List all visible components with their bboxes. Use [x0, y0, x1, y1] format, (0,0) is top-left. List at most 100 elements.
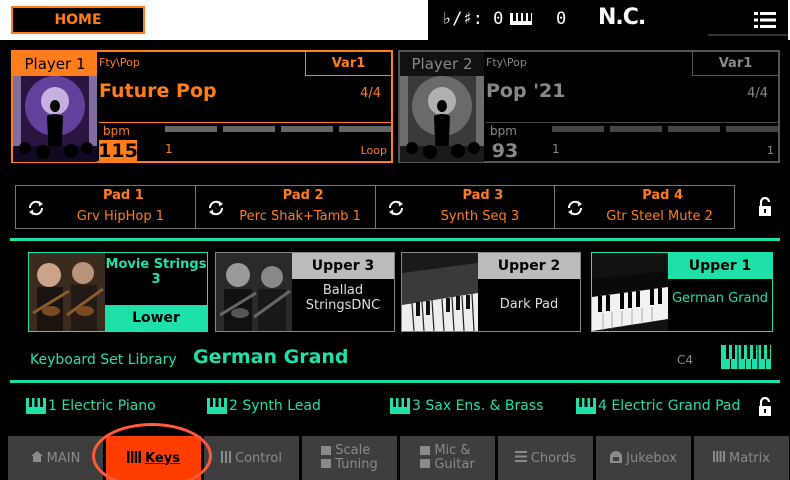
tab-scale-label: Scale [335, 443, 371, 458]
tab-jukebox[interactable]: Jukebox [596, 436, 691, 480]
part-lower[interactable]: Movie Strings 3 Lower [28, 252, 208, 332]
player-2-tempo[interactable]: bpm 93 [486, 124, 550, 162]
upper-3-sound-name: Ballad StringsDNC [305, 283, 381, 313]
keyboard-set-lock-icon[interactable] [757, 397, 773, 417]
keyboard-icon [26, 398, 46, 414]
part-upper-1[interactable]: Upper 1 German Grand [591, 252, 773, 332]
keyboard-set-name[interactable]: German Grand [193, 346, 349, 368]
pad-2-sound: Perc Shak+Tamb 1 [239, 209, 361, 224]
pad-4[interactable]: Pad 4 Gtr Steel Mute 2 [555, 186, 734, 228]
tab-control-label: Control [235, 450, 282, 466]
scale-icon [321, 445, 332, 472]
slot-4-number: 4 [598, 398, 607, 414]
player-1-tempo[interactable]: bpm 115 [98, 124, 163, 162]
keyboard-set-slot-2[interactable]: 2 Synth Lead [207, 398, 321, 414]
tab-chords-label: Chords [530, 450, 577, 466]
sliders-icon [221, 450, 231, 466]
pads-lock-icon[interactable] [757, 197, 773, 217]
tab-main[interactable]: MAIN [8, 436, 103, 480]
top-status-bar: HOME ♭/♯: 0 0 N.C. [0, 0, 790, 40]
player-1-separator [99, 122, 391, 123]
pad-4-sound: Gtr Steel Mute 2 [606, 209, 713, 224]
chords-icon [514, 451, 527, 465]
keyboard-set-library-label: Keyboard Set Library [30, 352, 177, 368]
tab-control[interactable]: Control [204, 436, 299, 480]
pad-cycle-icon [568, 200, 583, 216]
pad-cycle-icon [208, 200, 223, 216]
pad-3-sound: Synth Seq 3 [440, 209, 520, 224]
player-2-variation[interactable]: Var1 [692, 52, 778, 76]
home-icon [30, 451, 43, 465]
tab-chords[interactable]: Chords [498, 436, 593, 480]
pad-cycle-icon [28, 200, 44, 216]
keyboard-icon [390, 398, 410, 414]
status-underline [708, 34, 788, 36]
player-1-beat: 1 [165, 142, 173, 156]
upper-2-sound-image [402, 253, 478, 331]
tab-matrix-label: Matrix [729, 450, 770, 466]
slot-1-number: 1 [48, 398, 57, 414]
player-2-beat-right: 1 [767, 144, 774, 157]
player-1-panel[interactable]: Player 1 Fty\Pop Var1 Future Pop 4/4 bpm… [11, 50, 393, 163]
upper-2-sound-name: Dark Pad [499, 297, 559, 312]
player-1-bpm-label: bpm [103, 124, 130, 138]
home-button[interactable]: HOME [11, 6, 145, 34]
upper-3-label: Upper 3 [292, 253, 394, 279]
pad-4-name: Pad 4 [642, 188, 684, 203]
split-keyboard-icon[interactable] [721, 345, 771, 369]
section-divider [10, 238, 780, 241]
upper-1-sound-name: German Grand [671, 291, 769, 306]
player-2-style-name[interactable]: Pop '21 [486, 80, 565, 102]
upper-1-sound-image [592, 253, 668, 331]
keyboard-set-slot-4[interactable]: 4 Electric Grand Pad [576, 398, 740, 414]
tab-main-label: MAIN [46, 450, 81, 466]
tab-jukebox-label: Jukebox [626, 450, 677, 466]
player-2-panel[interactable]: Player 2 Fty\Pop Var1 Pop '21 4/4 bpm 93… [398, 50, 780, 163]
player-2-beat-bars [552, 126, 778, 132]
player-2-bpm-value[interactable]: 93 [486, 140, 524, 162]
upper-3-sound-image [216, 253, 292, 331]
chord-readout: N.C. [598, 5, 646, 30]
transpose-readout[interactable]: ♭/♯: 0 [442, 9, 503, 29]
player-1-variation[interactable]: Var1 [305, 52, 391, 76]
pad-3[interactable]: Pad 3 Synth Seq 3 [376, 186, 556, 228]
lower-sound-image [29, 253, 105, 331]
player-1-loop-mode: Loop [360, 144, 387, 157]
player-1-meter: 4/4 [360, 86, 381, 101]
player-1-style-image [13, 76, 97, 162]
pad-cycle-icon [388, 200, 403, 216]
tab-scale-tuning[interactable]: Scale Tuning [302, 436, 397, 480]
slot-3-number: 3 [412, 398, 421, 414]
part-upper-3[interactable]: Upper 3 Ballad StringsDNC [215, 252, 395, 332]
octave-readout[interactable]: 0 [556, 9, 566, 29]
pad-2[interactable]: Pad 2 Perc Shak+Tamb 1 [196, 186, 376, 228]
player-1-bpm-value[interactable]: 115 [98, 140, 138, 162]
pad-1-sound: Grv HipHop 1 [76, 209, 165, 224]
tab-guitar-label: Guitar [434, 457, 475, 472]
pad-2-name: Pad 2 [282, 188, 324, 203]
keyboard-icon [576, 398, 596, 414]
tab-keys[interactable]: Keys [106, 436, 201, 480]
tab-keys-label: Keys [145, 450, 180, 466]
mic-icon [420, 445, 431, 472]
player-1-style-name[interactable]: Future Pop [99, 80, 217, 102]
upper-1-label: Upper 1 [668, 253, 772, 279]
player-1-beat-bars [165, 126, 391, 132]
keyboard-set-slot-3[interactable]: 3 Sax Ens. & Brass [390, 398, 543, 414]
slot-3-name: Sax Ens. & Brass [425, 398, 544, 414]
jukebox-icon [610, 450, 623, 466]
bottom-tab-bar: MAIN Keys Control Scale Tuning Mic & Guita… [0, 436, 790, 480]
tab-mic-guitar[interactable]: Mic & Guitar [400, 436, 495, 480]
pad-1-name: Pad 1 [102, 188, 144, 203]
slot-1-name: Electric Piano [61, 398, 156, 414]
status-block: ♭/♯: 0 0 N.C. [428, 0, 788, 40]
player-1-label: Player 1 [13, 52, 97, 76]
part-upper-2[interactable]: Upper 2 Dark Pad [401, 252, 581, 332]
keyboard-set-slot-1[interactable]: 1 Electric Piano [26, 398, 156, 414]
section-divider [10, 380, 780, 383]
menu-icon[interactable] [754, 10, 776, 30]
split-point-note: C4 [677, 353, 694, 367]
pad-3-name: Pad 3 [462, 188, 504, 203]
tab-matrix[interactable]: Matrix [694, 436, 789, 480]
pad-1[interactable]: Pad 1 Grv HipHop 1 [16, 186, 196, 228]
